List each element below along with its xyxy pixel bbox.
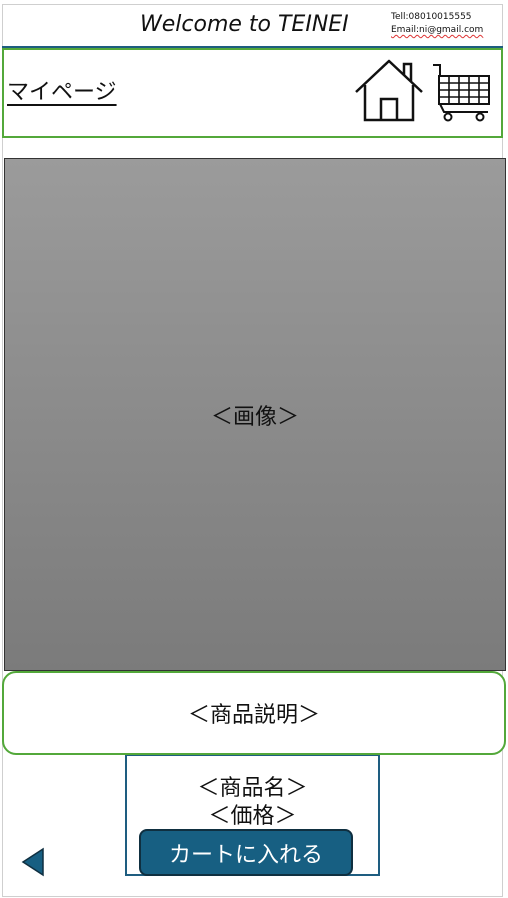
contact-tel: Tell:08010015555 [391,12,472,22]
site-title: Welcome to TEINEI [140,12,349,37]
product-price-label: ＜価格＞ [208,804,297,829]
cart-icon[interactable] [432,62,492,122]
image-placeholder-label: ＜画像＞ [210,404,299,430]
home-icon[interactable] [354,58,424,122]
contact-email[interactable]: Email:ni@gmail.com [391,24,483,37]
mypage-link[interactable]: マイページ [7,74,117,106]
add-to-cart-button[interactable]: カートに入れる [139,829,353,876]
contact-info: Tell:08010015555 Email:ni@gmail.com [391,11,483,37]
product-description-box: ＜商品説明＞ [2,671,506,755]
product-image-placeholder: ＜画像＞ [4,158,506,671]
description-placeholder-label: ＜商品説明＞ [187,703,320,728]
back-triangle-icon[interactable] [20,846,46,878]
